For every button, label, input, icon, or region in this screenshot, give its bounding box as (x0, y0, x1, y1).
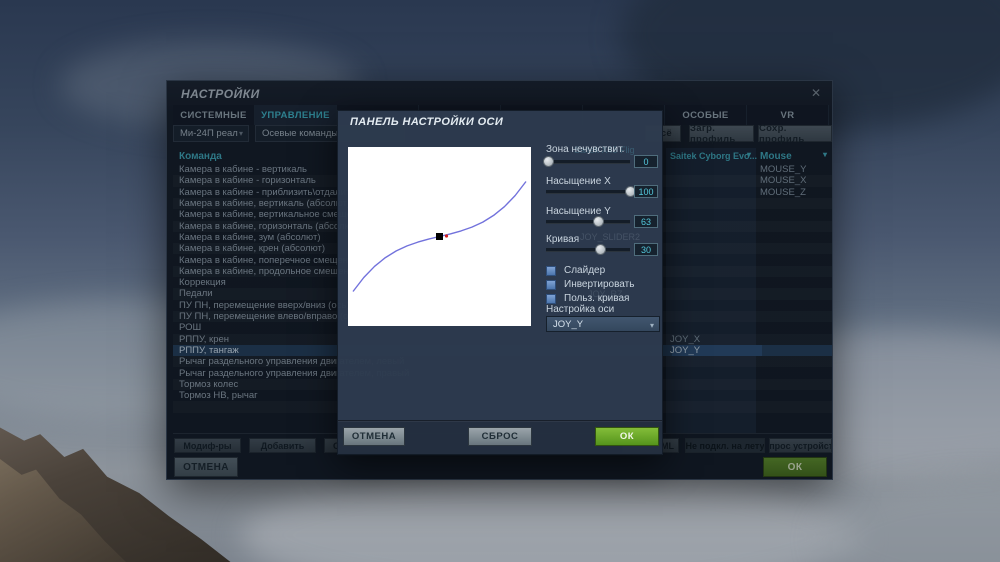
tab-1[interactable]: УПРАВЛЕНИЕ (255, 105, 337, 125)
modal-title: ПАНЕЛЬ НАСТРОЙКИ ОСИ (350, 116, 504, 128)
slider-value-input[interactable]: 63 (634, 215, 658, 228)
command-cell: РППУ, крен (179, 333, 230, 345)
modal-cancel-label: ОТМЕНА (351, 431, 397, 442)
axis-tune-modal: ПАНЕЛЬ НАСТРОЙКИ ОСИ Saitek X45 Flig JOY… (337, 110, 663, 456)
command-cell: Коррекция (179, 277, 226, 289)
modal-separator (338, 420, 662, 421)
tab-0[interactable]: СИСТЕМНЫЕ (173, 105, 255, 125)
bottom-button-4[interactable]: Не подкл. на лету (685, 438, 765, 453)
chevron-down-icon: ▾ (238, 129, 243, 138)
axis-select-label: Настройка оси (546, 304, 615, 315)
slider-thumb[interactable] (543, 155, 555, 167)
command-cell: Камера в кабине, крен (абсолют) (179, 243, 326, 255)
checkbox[interactable] (546, 280, 556, 290)
axis-select-dropdown[interactable]: JOY_Y ▾ (546, 316, 660, 332)
modal-reset-button[interactable]: СБРОС (468, 427, 532, 446)
mouse-binding-cell[interactable]: MOUSE_X (760, 175, 806, 186)
command-cell: Камера в кабине - вертикаль (179, 164, 307, 176)
checkbox-label: Польз. кривая (564, 293, 630, 304)
axis-select-value: JOY_Y (553, 318, 584, 330)
command-cell: РППУ, тангаж (179, 344, 239, 356)
modal-ok-label: ОК (619, 431, 635, 442)
load-profile-button[interactable]: Загр. профиль (689, 122, 754, 145)
command-cell: ПУ ПН, перемещение вверх/вниз (ось) (179, 299, 350, 311)
chevron-down-icon: ▾ (649, 321, 654, 330)
command-cell: Камера в кабине, зум (абсолют) (179, 231, 321, 243)
chevron-down-icon[interactable]: ▾ (747, 150, 751, 159)
modal-reset-label: СБРОС (481, 431, 519, 442)
load-profile-label: Загр. профиль (690, 122, 736, 145)
command-cell: Тормоз НВ, рычаг (179, 390, 258, 402)
slider-track[interactable] (546, 190, 630, 194)
aircraft-select[interactable]: Ми-24П реал ▾ (173, 125, 249, 142)
saitek-binding-cell[interactable]: JOY_X (670, 334, 700, 345)
window-title: НАСТРОЙКИ (181, 87, 260, 101)
checkbox[interactable] (546, 266, 556, 276)
checkbox-label: Инвертировать (564, 279, 635, 290)
checkbox-label: Слайдер (564, 265, 606, 276)
slider-track[interactable] (546, 220, 630, 224)
cloud-shape (240, 470, 860, 562)
curve-marker[interactable] (436, 233, 443, 240)
checkbox[interactable] (546, 294, 556, 304)
command-cell: Педали (179, 288, 213, 300)
bottom-button-0[interactable]: Модиф-ры (174, 438, 241, 453)
command-cell: Тормоз колес (179, 378, 239, 390)
curve-svg (352, 181, 527, 292)
command-cell: Камера в кабине, горизонталь (абсолют) (179, 220, 359, 232)
slider-value-input[interactable]: 100 (634, 185, 658, 198)
bottom-button-1[interactable]: Добавить (249, 438, 316, 453)
saitek-binding-cell[interactable]: JOY_Y (670, 345, 700, 356)
command-cell: Камера в кабине - горизонталь (179, 175, 316, 187)
slider-value-input[interactable]: 30 (634, 243, 658, 256)
slider-label: Насыщение X (546, 176, 611, 187)
slider-label: Зона нечувствит. (546, 144, 625, 155)
cancel-label: ОТМЕНА (183, 461, 229, 473)
column-header-saitek[interactable]: Saitek Cyborg Evo... (670, 151, 757, 161)
slider-thumb[interactable] (595, 243, 607, 255)
command-cell: РОШ (179, 322, 202, 334)
mouse-binding-cell[interactable]: MOUSE_Y (760, 164, 806, 175)
column-header-mouse[interactable]: Mouse (760, 151, 792, 162)
slider-track[interactable] (546, 160, 630, 164)
slider-label: Насыщение Y (546, 206, 611, 217)
aircraft-select-value: Ми-24П реал (180, 128, 238, 139)
slider-label: Кривая (546, 234, 580, 245)
mouse-binding-cell[interactable]: MOUSE_Z (760, 187, 806, 198)
save-profile-label: Сохр. профиль (759, 122, 805, 145)
bottom-button-5[interactable]: Опрос устройств (769, 438, 832, 453)
save-profile-button[interactable]: Сохр. профиль (758, 122, 832, 145)
screen: НАСТРОЙКИ ✕ СИСТЕМНЫЕ УПРАВЛЕНИЕ ОСОБЫЕ VR … (0, 0, 1000, 562)
curve-red-dot (444, 234, 449, 238)
slider-thumb[interactable] (593, 215, 605, 227)
column-header-command[interactable]: Команда (179, 151, 222, 162)
ok-label: ОК (787, 461, 803, 473)
command-cell: Камера в кабине, вертикаль (абсолют) (179, 198, 351, 210)
cancel-button[interactable]: ОТМЕНА (174, 457, 238, 477)
slider-track[interactable] (546, 248, 630, 252)
slider-value-input[interactable]: 0 (634, 155, 658, 168)
response-curve-graph[interactable] (348, 147, 531, 326)
category-select-value: Осевые команды (262, 128, 339, 139)
cloud-shape (820, 480, 1000, 562)
ghost-text: JOY_SLIDER2 (580, 232, 641, 242)
command-cell: ПУ ПН, перемещение влево/вправо (ось) (179, 311, 362, 323)
ok-button[interactable]: ОК (763, 457, 827, 477)
modal-cancel-button[interactable]: ОТМЕНА (343, 427, 405, 446)
close-icon[interactable]: ✕ (811, 86, 821, 100)
chevron-down-icon[interactable]: ▾ (823, 150, 827, 159)
command-cell: Камера в кабине - приблизить\отдалить (179, 186, 356, 198)
modal-ok-button[interactable]: ОК (595, 427, 659, 446)
